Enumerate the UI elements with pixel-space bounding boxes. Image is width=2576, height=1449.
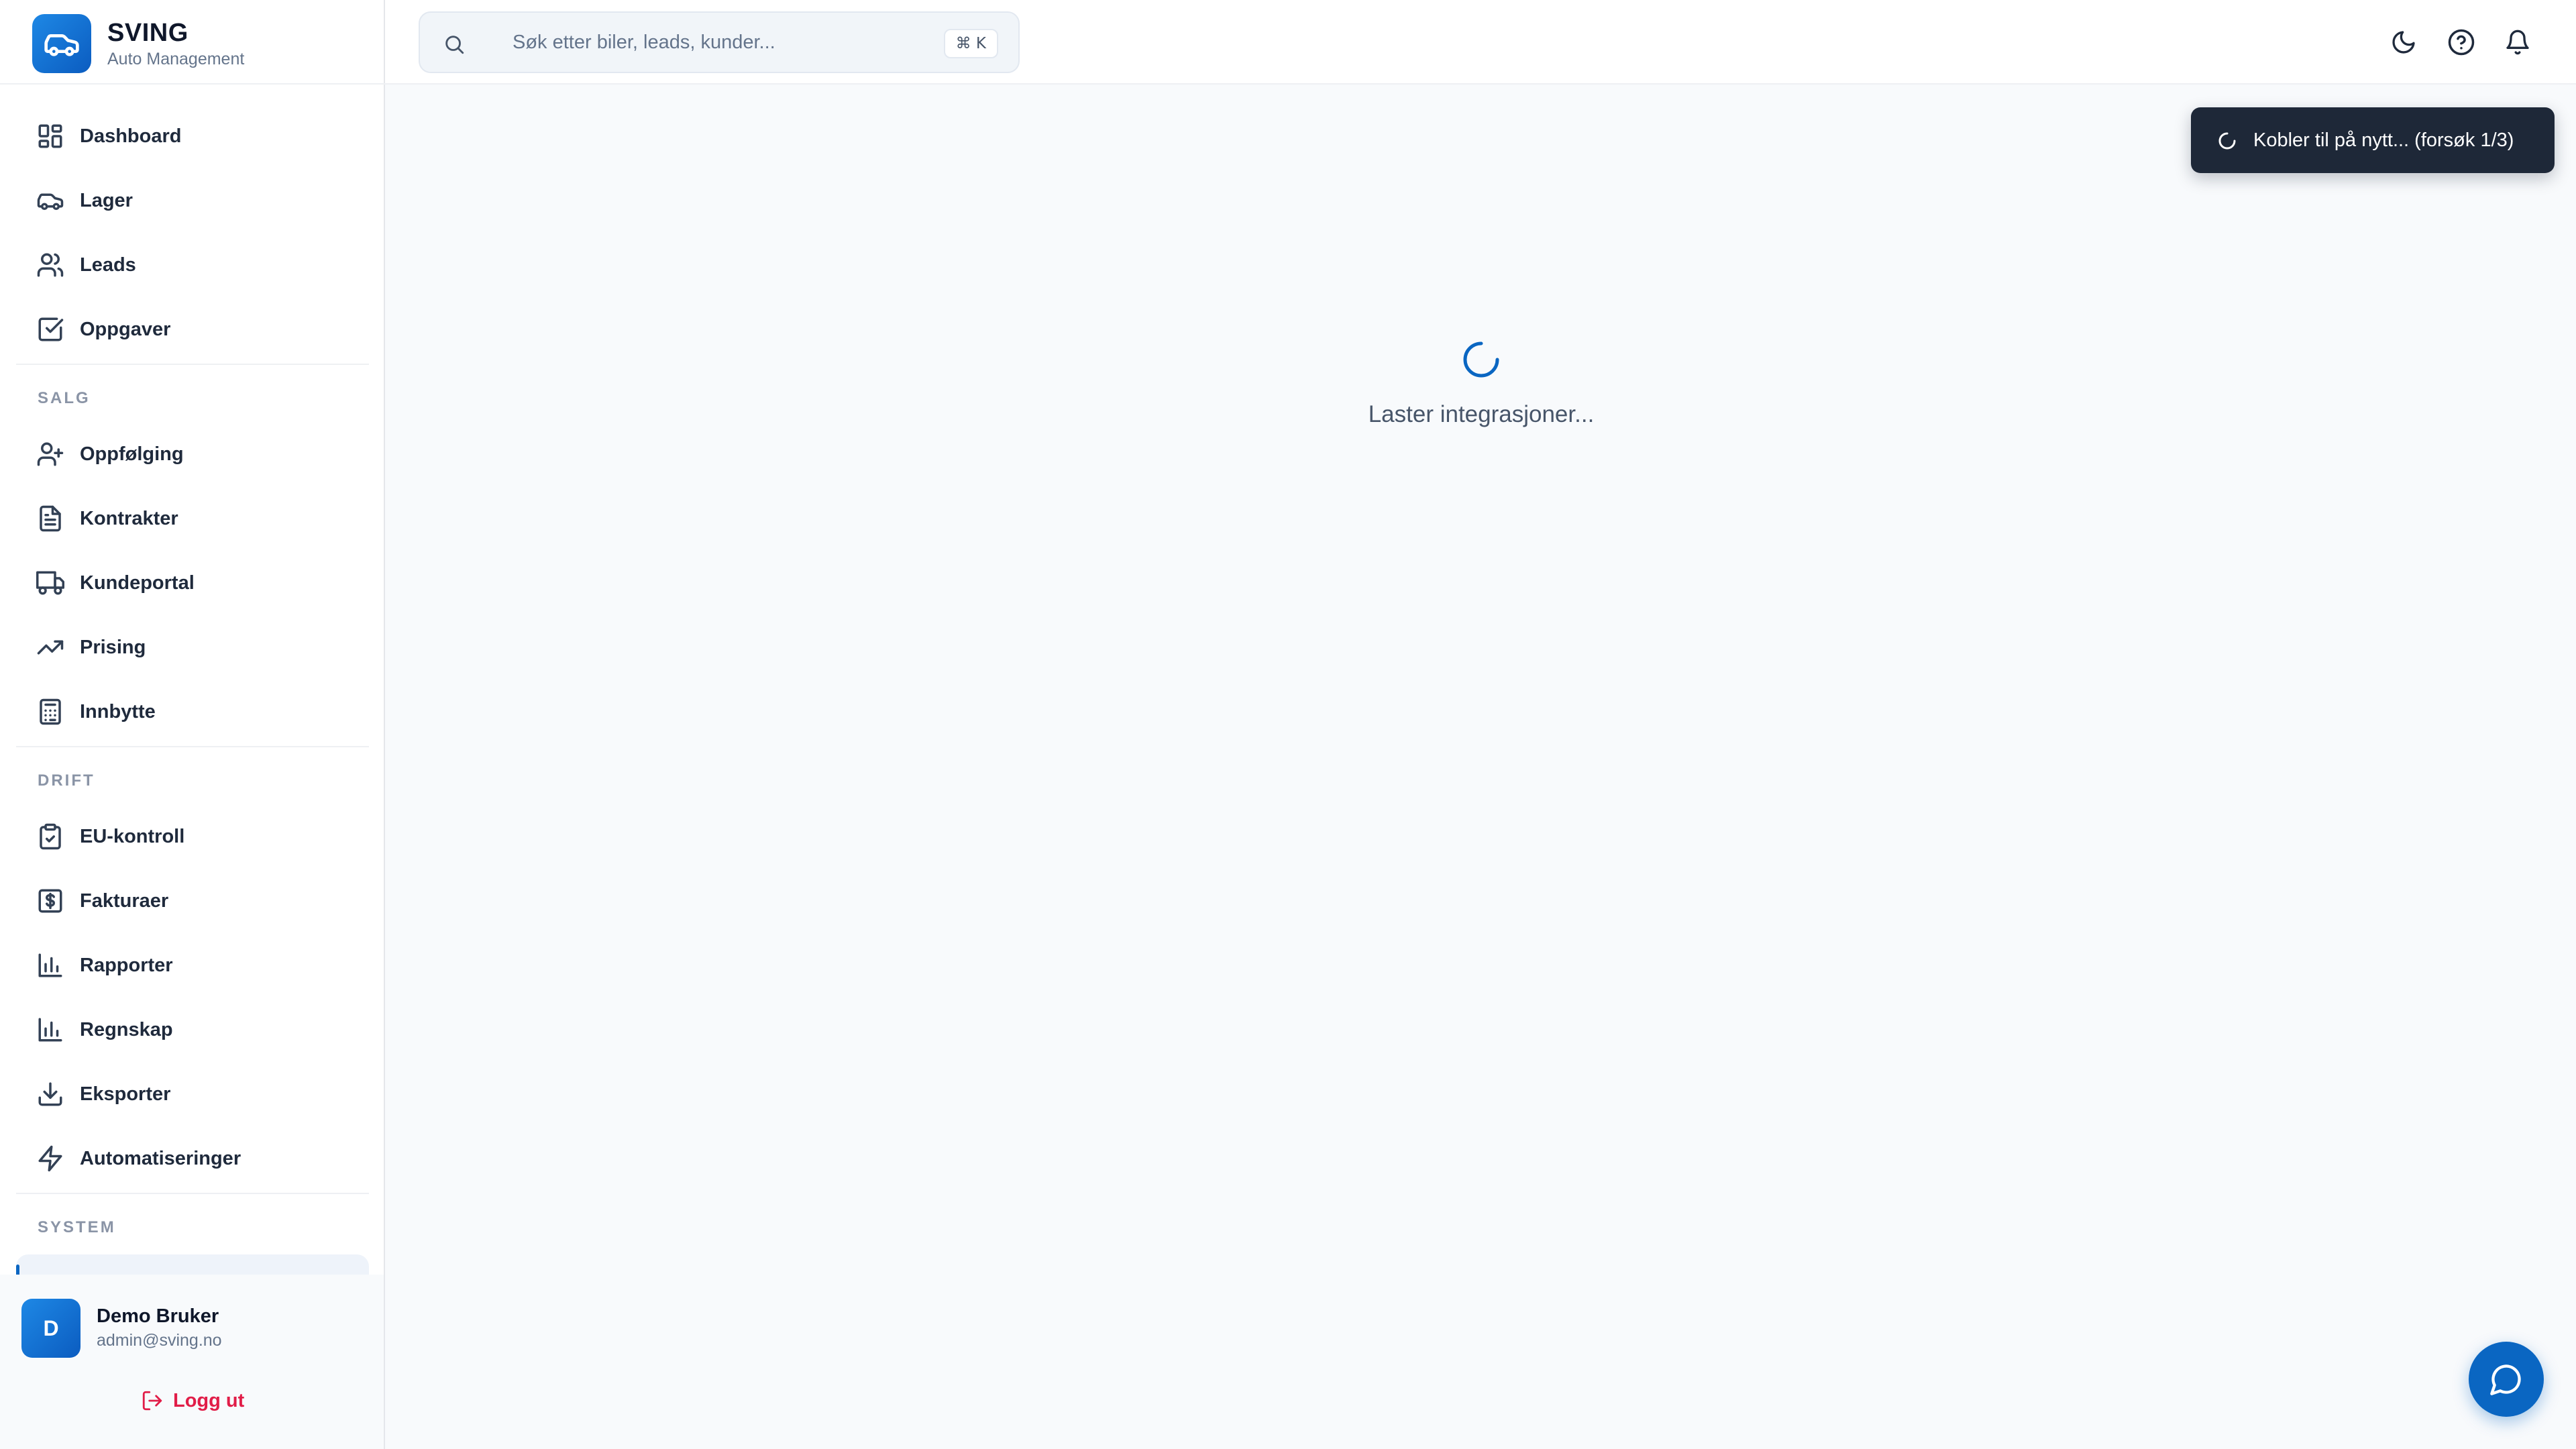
truck-icon (36, 571, 64, 595)
divider (16, 746, 369, 747)
bar-chart-icon (38, 1018, 62, 1042)
clipboard-check-icon (40, 823, 61, 850)
search-icon (445, 36, 464, 54)
toast-message: Kobler til på nytt... (forsøk 1/3) (2253, 129, 2514, 151)
logout-icon (142, 1391, 162, 1411)
notifications-button[interactable] (2501, 25, 2534, 59)
reconnect-toast: Kobler til på nytt... (forsøk 1/3) (2191, 107, 2555, 173)
car-icon (37, 193, 64, 210)
sidebar-item-lager[interactable]: Lager (16, 174, 369, 227)
sidebar-item-kundeportal[interactable]: Kundeportal (16, 556, 369, 610)
sidebar-item-automatiseringer[interactable]: Automatiseringer (16, 1132, 369, 1185)
sidebar-item-label: Dashboard (80, 125, 182, 147)
user-email: admin@sving.no (97, 1331, 222, 1350)
sidebar-item-label: Oppgaver (80, 318, 171, 340)
chat-bubble-icon (2490, 1364, 2521, 1395)
sidebar-item-label: Innbytte (80, 700, 156, 722)
brand[interactable]: SVING Auto Management (32, 13, 368, 74)
sidebar-item-label: Leads (80, 254, 136, 276)
sidebar-item-label: Regnskap (80, 1018, 173, 1040)
sidebar-item-label: EU-kontroll (80, 825, 185, 847)
brand-name: SVING (107, 19, 189, 47)
loading-text: Laster integrasjoner... (1368, 401, 1595, 427)
sidebar-item-active[interactable] (16, 1254, 369, 1275)
document-icon (40, 505, 61, 532)
sidebar-item-prising[interactable]: Prising (16, 621, 369, 674)
sidebar-item-label: Automatiseringer (80, 1147, 241, 1169)
sidebar-item-oppfolging[interactable]: Oppfølging (16, 427, 369, 481)
sidebar: SVING Auto Management Dashboard Lager Le… (0, 0, 385, 1449)
brand-subtitle: Auto Management (107, 50, 245, 68)
theme-toggle-button[interactable] (2387, 25, 2420, 59)
search-placeholder: Søk etter biler, leads, kunder... (513, 31, 775, 53)
loading-spinner-icon (1463, 341, 1499, 378)
logout-label: Logg ut (173, 1389, 245, 1411)
sidebar-item-eksporter[interactable]: Eksporter (16, 1067, 369, 1121)
sidebar-item-label: Eksporter (80, 1083, 171, 1105)
sidebar-item-fakturaer[interactable]: Fakturaer (16, 874, 369, 928)
sidebar-item-label: Prising (80, 636, 146, 658)
checkbox-icon (38, 317, 64, 341)
logout-button[interactable]: Logg ut (141, 1386, 244, 1415)
sidebar-item-label: Kundeportal (80, 572, 195, 594)
sidebar-item-kontrakter[interactable]: Kontrakter (16, 492, 369, 545)
user-plus-icon (37, 442, 64, 466)
calculator-icon (40, 698, 61, 725)
sidebar-item-leads[interactable]: Leads (16, 238, 369, 292)
bell-icon (2506, 30, 2529, 55)
user-panel: D Demo Bruker admin@sving.no Logg ut (0, 1275, 384, 1449)
sidebar-item-label: Oppfølging (80, 443, 184, 465)
shortcut-hint: ⌘ K (943, 29, 998, 58)
download-icon (38, 1082, 62, 1106)
sidebar-item-label: Kontrakter (80, 507, 178, 529)
sidebar-item-label: Lager (80, 189, 133, 211)
search-input[interactable]: Søk etter biler, leads, kunder... ⌘ K (419, 11, 1020, 73)
trending-up-icon (37, 640, 64, 655)
divider (0, 83, 385, 85)
divider (16, 364, 369, 365)
sidebar-item-rapporter[interactable]: Rapporter (16, 938, 369, 992)
sidebar-item-label: Fakturaer (80, 890, 169, 912)
sidebar-item-oppgaver[interactable]: Oppgaver (16, 303, 369, 356)
section-title-salg: SALG (38, 389, 91, 407)
avatar[interactable]: D (21, 1299, 80, 1358)
car-logo-icon (32, 14, 91, 73)
spinner-icon (2218, 132, 2236, 150)
section-title-drift: DRIFT (38, 771, 95, 790)
lightning-icon (38, 1145, 62, 1172)
chat-button[interactable] (2469, 1342, 2544, 1417)
sidebar-item-regnskap[interactable]: Regnskap (16, 1003, 369, 1057)
top-bar: Søk etter biler, leads, kunder... ⌘ K (385, 0, 2576, 85)
divider (16, 1193, 369, 1194)
users-icon (37, 253, 64, 277)
moon-icon (2392, 31, 2415, 54)
dashboard-icon (38, 124, 62, 148)
sidebar-item-innbytte[interactable]: Innbytte (16, 685, 369, 739)
bar-chart-icon (38, 953, 62, 977)
sidebar-item-dashboard[interactable]: Dashboard (16, 109, 369, 163)
help-button[interactable] (2445, 25, 2478, 59)
section-title-system: SYSTEM (38, 1218, 116, 1236)
sidebar-item-eu-kontroll[interactable]: EU-kontroll (16, 810, 369, 863)
sidebar-item-label: Rapporter (80, 954, 173, 976)
user-name: Demo Bruker (97, 1305, 219, 1327)
dollar-receipt-icon (38, 889, 62, 913)
help-icon (2448, 29, 2475, 56)
